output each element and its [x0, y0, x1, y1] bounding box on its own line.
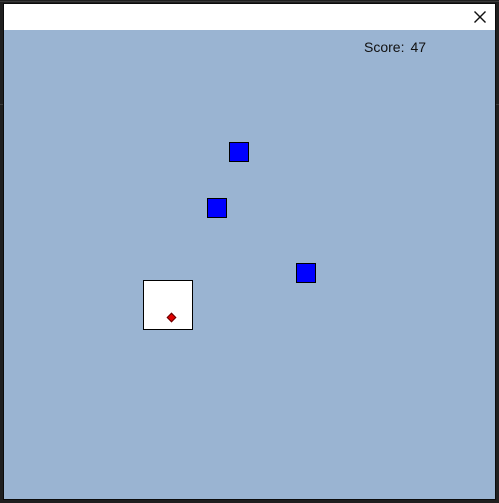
score-display: Score: 47 — [364, 39, 426, 55]
game-window: Score: 47 — [3, 3, 496, 500]
close-button[interactable] — [469, 6, 491, 28]
player-marker — [166, 312, 177, 323]
close-icon — [474, 11, 486, 23]
enemy-block — [296, 263, 316, 283]
window-titlebar — [4, 4, 495, 30]
enemy-block — [207, 198, 227, 218]
background-divider — [0, 1, 499, 2]
enemy-block — [229, 142, 249, 162]
player-box[interactable] — [143, 280, 193, 330]
score-label: Score: — [364, 39, 405, 55]
score-value: 47 — [410, 39, 427, 55]
